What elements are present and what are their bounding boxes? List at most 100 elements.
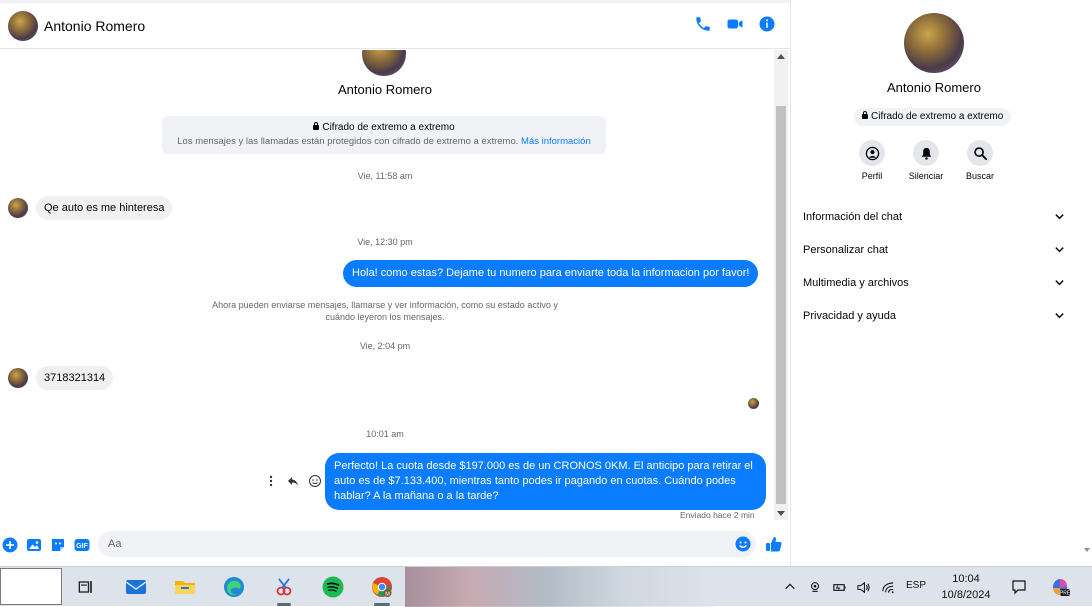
phone-icon[interactable] xyxy=(694,15,712,33)
incoming-message-row: 3718321314 xyxy=(8,366,114,390)
seen-indicator-avatar xyxy=(748,398,759,409)
mute-label: Silenciar xyxy=(908,171,944,181)
outgoing-message[interactable]: Perfecto! La cuota desde $197.000 es de … xyxy=(325,453,766,510)
chevron-down-icon xyxy=(1055,280,1064,286)
chevron-down-icon xyxy=(1055,247,1064,253)
messenger-window: Antonio Romero Antonio Romero Cifrado de… xyxy=(0,0,1092,566)
profile-icon xyxy=(859,140,885,166)
scroll-thumb[interactable] xyxy=(776,106,786,504)
encryption-notice: Cifrado de extremo a extremo Los mensaje… xyxy=(162,116,606,154)
lock-icon xyxy=(313,122,320,130)
battery-icon[interactable] xyxy=(831,579,847,595)
photo-icon[interactable] xyxy=(26,537,42,553)
webcam-icon[interactable] xyxy=(807,579,823,595)
profile-label: Perfil xyxy=(861,171,883,181)
section-media-files[interactable]: Multimedia y archivos xyxy=(803,266,1065,299)
info-icon[interactable] xyxy=(758,15,776,33)
svg-text:PRE: PRE xyxy=(1060,590,1071,596)
sticker-icon[interactable] xyxy=(50,537,66,553)
plus-icon[interactable] xyxy=(2,537,18,553)
profile-button[interactable]: Perfil xyxy=(853,140,891,181)
system-note: Ahora pueden enviarse mensajes, llamarse… xyxy=(212,300,558,322)
svg-text:M: M xyxy=(385,591,390,597)
chat-header: Antonio Romero xyxy=(0,3,790,49)
message-composer: GIF xyxy=(0,528,790,562)
encryption-badge: Cifrado de extremo a extremo xyxy=(854,108,1012,126)
chevron-down-icon xyxy=(1055,313,1064,319)
encryption-title: Cifrado de extremo a extremo xyxy=(322,122,455,133)
message-scrollbar[interactable] xyxy=(774,50,788,520)
header-actions xyxy=(694,15,776,33)
clock-time: 10:04 xyxy=(952,573,980,585)
reply-icon[interactable] xyxy=(286,474,300,488)
gif-icon[interactable]: GIF xyxy=(74,537,90,553)
taskbar-search-box[interactable] xyxy=(0,568,62,605)
chrome-icon[interactable]: M xyxy=(370,575,394,599)
wifi-icon[interactable] xyxy=(880,579,896,595)
search-icon xyxy=(967,140,993,166)
encryption-subtitle: Los mensajes y las llamadas están proteg… xyxy=(177,136,519,147)
outgoing-message[interactable]: Hola! como estas? Dejame tu numero para … xyxy=(343,260,759,287)
section-label: Privacidad y ayuda xyxy=(803,309,896,322)
encryption-badge-label: Cifrado de extremo a extremo xyxy=(871,111,1004,122)
taskbar: M ESP 10:04 10/8/2024 PRE xyxy=(0,566,1092,607)
svg-text:GIF: GIF xyxy=(76,543,88,550)
message-list[interactable]: Antonio Romero Cifrado de extremo a extr… xyxy=(0,50,774,520)
chevron-up-icon[interactable] xyxy=(782,579,798,595)
emoji-icon[interactable] xyxy=(735,536,751,557)
message-tools xyxy=(264,474,322,488)
taskbar-background xyxy=(405,567,715,607)
section-customize-chat[interactable]: Personalizar chat xyxy=(803,233,1065,266)
timestamp: Vie, 12:30 pm xyxy=(357,237,413,247)
incoming-message-row: Qe auto es me hinteresa xyxy=(8,196,173,220)
chevron-down-icon xyxy=(1055,214,1064,220)
scroll-down-arrow[interactable] xyxy=(777,511,785,516)
file-explorer-icon[interactable] xyxy=(173,575,197,599)
panel-scroll-arrow[interactable] xyxy=(1084,548,1090,552)
mute-button[interactable]: Silenciar xyxy=(907,140,945,181)
section-label: Personalizar chat xyxy=(803,243,888,256)
panel-actions: Perfil Silenciar Buscar xyxy=(853,140,999,181)
clock[interactable]: 10:04 10/8/2024 xyxy=(936,571,996,603)
mail-icon[interactable] xyxy=(124,575,148,599)
speaker-icon[interactable] xyxy=(855,579,871,595)
edge-browser-icon[interactable] xyxy=(222,575,246,599)
lock-icon xyxy=(862,111,868,119)
copilot-icon[interactable]: PRE xyxy=(1049,576,1071,598)
intro-name: Antonio Romero xyxy=(338,82,432,97)
section-chat-info[interactable]: Información del chat xyxy=(803,200,1065,233)
sender-avatar xyxy=(8,198,28,218)
snipping-tool-icon[interactable] xyxy=(272,575,296,599)
contact-name[interactable]: Antonio Romero xyxy=(44,18,145,34)
panel-contact-name: Antonio Romero xyxy=(887,80,981,95)
incoming-message[interactable]: Qe auto es me hinteresa xyxy=(36,196,173,220)
react-emoji-icon[interactable] xyxy=(308,474,322,488)
search-label: Buscar xyxy=(965,171,994,181)
panel-sections: Información del chat Personalizar chat M… xyxy=(803,200,1065,332)
intro-avatar xyxy=(362,50,406,76)
notifications-icon[interactable] xyxy=(1011,579,1027,595)
spotify-icon[interactable] xyxy=(321,575,345,599)
scroll-up-arrow[interactable] xyxy=(777,54,785,59)
video-icon[interactable] xyxy=(726,15,744,33)
conversation-info-panel: Antonio Romero Cifrado de extremo a extr… xyxy=(790,0,1092,566)
sender-avatar xyxy=(8,368,28,388)
more-options-icon[interactable] xyxy=(264,474,278,488)
section-privacy-support[interactable]: Privacidad y ayuda xyxy=(803,299,1065,332)
contact-avatar[interactable] xyxy=(8,10,38,41)
timestamp: Vie, 11:58 am xyxy=(357,171,413,181)
clock-date: 10/8/2024 xyxy=(941,589,991,601)
timestamp: 10:01 am xyxy=(366,429,404,439)
search-button[interactable]: Buscar xyxy=(961,140,999,181)
language-indicator[interactable]: ESP xyxy=(906,580,926,591)
bell-icon xyxy=(913,140,939,166)
incoming-message[interactable]: 3718321314 xyxy=(36,366,114,390)
sent-status: Enviado hace 2 min xyxy=(680,510,755,520)
section-label: Información del chat xyxy=(803,210,903,223)
task-view-icon[interactable] xyxy=(74,575,98,599)
thumbs-up-icon[interactable] xyxy=(765,535,783,558)
message-input[interactable] xyxy=(98,531,756,557)
more-info-link[interactable]: Más información xyxy=(521,136,591,147)
section-label: Multimedia y archivos xyxy=(803,276,909,289)
panel-avatar[interactable] xyxy=(904,13,964,73)
